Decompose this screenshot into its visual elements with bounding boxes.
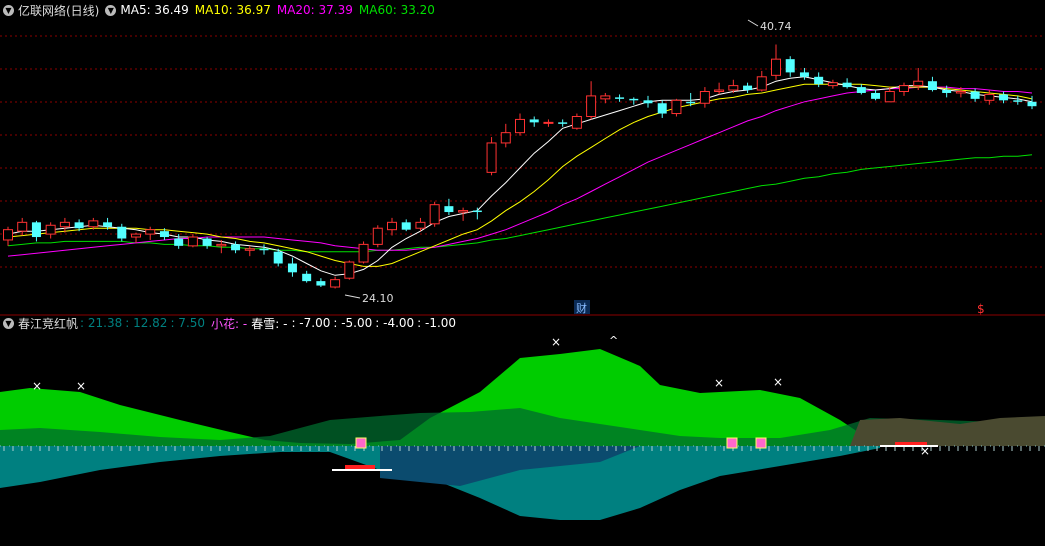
red-bar [895,442,927,445]
candle-down [615,97,625,99]
candle-down [629,98,639,101]
candle-up [543,121,554,124]
candle-down [799,72,809,77]
caret-marker: ^ [609,334,618,347]
candle-down [31,222,41,238]
candle-down [856,87,866,93]
candle-up [515,118,525,134]
candle-down [657,103,667,114]
candle-down [174,238,184,246]
candle-up [372,227,383,245]
indicator-panel: × ××× ××^ [0,334,1045,520]
candle-down [1013,100,1023,102]
ma20-line [7,86,1033,257]
candle-down [686,101,696,104]
candle-down [970,91,980,99]
grid [0,35,1045,268]
candle-down [74,222,84,229]
candle-up [756,76,767,91]
ma60-line [7,154,1033,253]
candle-down [202,238,212,246]
candle-down [117,226,127,239]
candle-down [273,251,283,264]
candle-up [145,229,156,235]
candle-up [131,233,141,238]
candle-down [287,263,297,273]
candle-up [955,91,966,94]
x-marker: × [76,379,86,393]
candle-up [187,236,198,247]
candle-up [771,58,781,76]
candle-down [871,92,881,99]
flower-marker [755,437,767,449]
candle-up [586,95,597,117]
candle-up [714,89,725,92]
red-bar [345,465,375,469]
candle-down [743,85,753,91]
candle-up [486,142,497,173]
candle-up [671,99,682,115]
stock-chart[interactable]: 40.74 24.10 财 $ × ××× ××^ [0,0,1045,546]
candle-up [330,279,341,288]
candle-up [429,204,440,225]
candle-down [401,222,411,230]
candle-up [216,243,227,247]
candle-down [444,206,454,213]
ma5-line [7,76,1033,276]
moving-averages [7,76,1033,276]
cai-marker[interactable]: 财 [576,301,587,315]
candle-up [59,221,70,228]
candle-up [244,248,255,251]
candle-up [884,91,895,103]
flower-marker [726,437,738,449]
ma10-line [7,83,1033,267]
candle-up [913,80,924,87]
candle-up [827,82,838,87]
candle-up [899,85,909,93]
candle-down [814,76,824,85]
candle-up [500,132,511,144]
x-marker: × [32,379,42,393]
high-price-label: 40.74 [760,20,792,33]
flower-marker [355,437,367,449]
candle-down [558,122,568,124]
x-marker: × [714,376,724,390]
candle-down [643,100,653,104]
candle-down [231,244,241,251]
candle-up [17,221,28,232]
candle-down [942,90,952,93]
candle-up [458,210,469,213]
x-marker: × [773,375,783,389]
candle-up [358,243,369,263]
low-price-label: 24.10 [362,292,394,305]
candle-up [699,91,710,104]
candle-up [387,221,397,231]
candle-down [103,222,113,227]
candle-up [45,224,56,235]
candle-down [159,231,169,238]
candle-down [842,82,852,88]
candle-down [316,281,326,286]
candle-down [1027,101,1037,107]
candle-up [3,229,13,241]
candle-up [344,261,355,279]
low-pointer [344,294,361,299]
candlesticks [3,44,1037,289]
candle-up [415,221,426,229]
candle-up [571,115,582,129]
x-marker: × [551,335,561,349]
high-pointer [747,19,759,27]
candle-down [785,59,795,73]
candle-down [259,248,269,251]
candle-down [927,81,937,91]
candle-up [728,85,739,91]
candle-down [529,119,539,123]
candle-down [302,273,312,282]
candle-up [984,93,995,101]
candle-down [472,210,482,213]
candle-up [600,95,611,100]
dollar-marker[interactable]: $ [977,302,985,316]
candle-up [88,220,99,228]
candle-down [999,94,1009,101]
